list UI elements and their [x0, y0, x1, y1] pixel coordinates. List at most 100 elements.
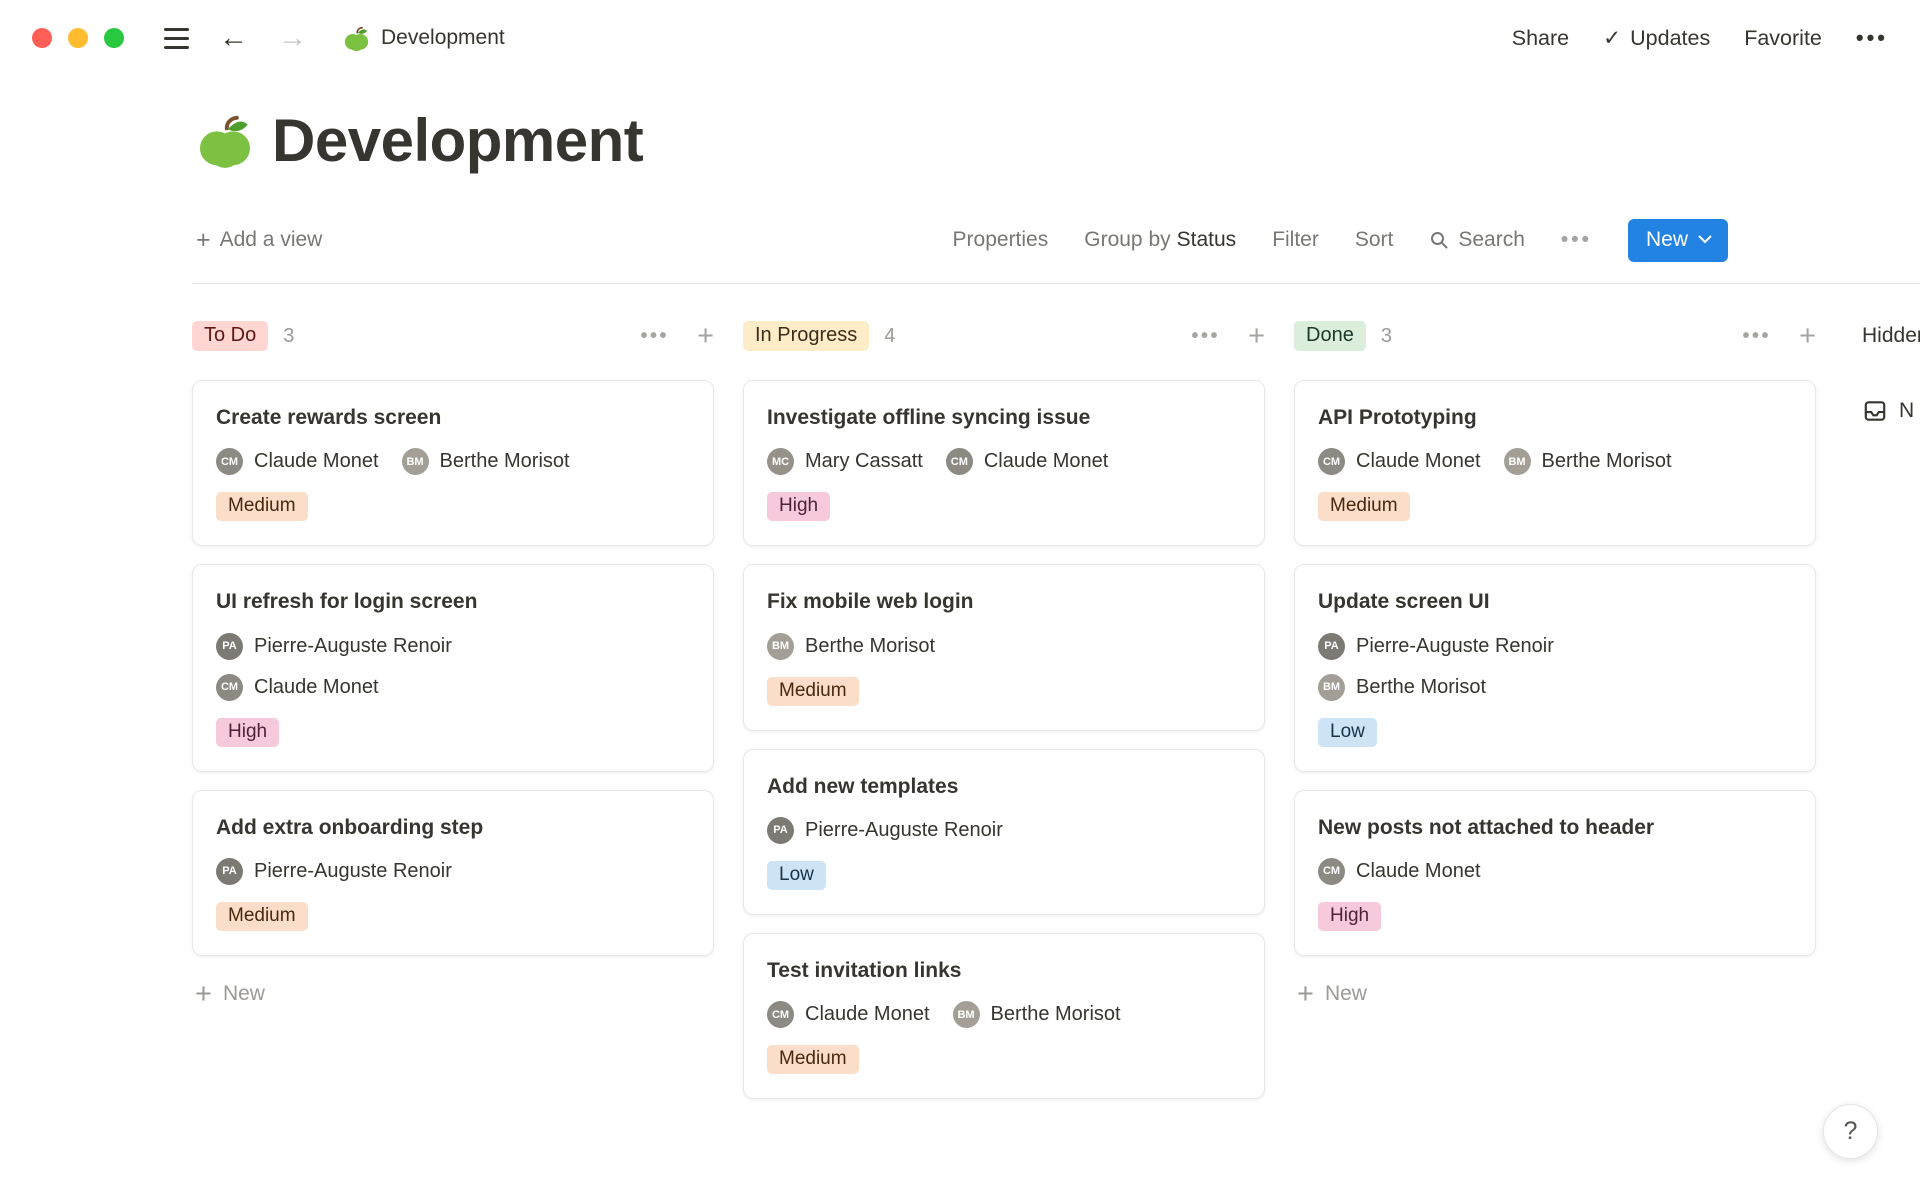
chevron-down-icon [1698, 235, 1712, 244]
card-assignees: MCMary CassattCMClaude Monet [767, 448, 1241, 475]
board-card[interactable]: New posts not attached to headerCMClaude… [1294, 790, 1816, 956]
hidden-groups-label[interactable]: Hidden [1862, 318, 1920, 354]
favorite-button[interactable]: Favorite [1744, 26, 1822, 51]
new-card-button[interactable]: +New [192, 980, 714, 1009]
close-window-button[interactable] [32, 28, 52, 48]
add-view-button[interactable]: + Add a view [196, 228, 322, 253]
card-assignees: BMBerthe Morisot [767, 633, 1241, 660]
traffic-lights [32, 28, 124, 48]
assignee-name: Claude Monet [254, 676, 379, 699]
board-card[interactable]: Fix mobile web loginBMBerthe MorisotMedi… [743, 564, 1265, 730]
board-card[interactable]: UI refresh for login screenPAPierre-Augu… [192, 564, 714, 771]
avatar: CM [216, 448, 243, 475]
board-card[interactable]: Update screen UIPAPierre-Auguste RenoirB… [1294, 564, 1816, 771]
card-title: Fix mobile web login [767, 588, 1241, 615]
assignee: BMBerthe Morisot [767, 633, 935, 660]
board-card[interactable]: API PrototypingCMClaude MonetBMBerthe Mo… [1294, 380, 1816, 546]
priority-tag: Medium [767, 1045, 859, 1074]
assignee-name: Claude Monet [805, 1003, 930, 1026]
board-card[interactable]: Create rewards screenCMClaude MonetBMBer… [192, 380, 714, 546]
assignee: CMClaude Monet [216, 448, 379, 475]
view-more-icon[interactable]: ••• [1561, 228, 1592, 252]
forward-icon[interactable]: → [278, 24, 307, 53]
card-title: Add new templates [767, 773, 1241, 800]
avatar: CM [1318, 858, 1345, 885]
assignee-name: Pierre-Auguste Renoir [254, 860, 452, 883]
assignee-name: Pierre-Auguste Renoir [805, 819, 1003, 842]
assignee-name: Berthe Morisot [991, 1003, 1121, 1026]
avatar: BM [953, 1001, 980, 1028]
avatar: PA [216, 633, 243, 660]
column-cards: Create rewards screenCMClaude MonetBMBer… [192, 380, 714, 956]
avatar: PA [216, 858, 243, 885]
search-button[interactable]: Search [1429, 228, 1525, 252]
menu-icon[interactable] [164, 28, 189, 49]
new-button[interactable]: New [1628, 219, 1728, 262]
plus-icon: + [195, 980, 212, 1009]
share-button[interactable]: Share [1512, 26, 1569, 51]
assignee: CMClaude Monet [1318, 448, 1481, 475]
assignee: PAPierre-Auguste Renoir [1318, 633, 1792, 660]
assignee-name: Berthe Morisot [440, 450, 570, 473]
column-header: In Progress4•••+ [743, 318, 1265, 354]
back-icon[interactable]: ← [219, 24, 248, 53]
assignee-name: Claude Monet [1356, 860, 1481, 883]
column-more-icon[interactable]: ••• [641, 325, 670, 348]
column-name-badge[interactable]: Done [1294, 321, 1366, 351]
new-card-button[interactable]: +New [1294, 980, 1816, 1009]
column-add-icon[interactable]: + [1248, 322, 1265, 351]
avatar: PA [1318, 633, 1345, 660]
kanban-board: To Do3•••+Create rewards screenCMClaude … [0, 284, 1920, 1099]
column-more-icon[interactable]: ••• [1743, 325, 1772, 348]
assignee-name: Berthe Morisot [1542, 450, 1672, 473]
hidden-group-item[interactable]: N [1862, 398, 1920, 424]
card-title: UI refresh for login screen [216, 588, 690, 615]
filter-button[interactable]: Filter [1272, 228, 1319, 252]
assignee-name: Claude Monet [1356, 450, 1481, 473]
board-card[interactable]: Add extra onboarding stepPAPierre-August… [192, 790, 714, 956]
card-title: Investigate offline syncing issue [767, 404, 1241, 431]
board-card[interactable]: Investigate offline syncing issue MCMary … [743, 380, 1265, 546]
breadcrumb[interactable]: Development [343, 25, 505, 52]
properties-button[interactable]: Properties [953, 228, 1049, 252]
board-card[interactable]: Test invitation linksCMClaude MonetBMBer… [743, 933, 1265, 1099]
assignee: CMClaude Monet [767, 1001, 930, 1028]
board-card[interactable]: Add new templatesPAPierre-Auguste Renoir… [743, 749, 1265, 915]
toolbar-actions: Properties Group byStatus Filter Sort Se… [953, 219, 1728, 262]
new-button-label: New [1646, 228, 1688, 252]
topbar-actions: Share ✓ Updates Favorite ••• [1512, 25, 1888, 51]
column-name-badge[interactable]: In Progress [743, 321, 869, 351]
plus-icon: + [196, 228, 211, 253]
checkmark-icon: ✓ [1603, 26, 1621, 51]
column-cards: API PrototypingCMClaude MonetBMBerthe Mo… [1294, 380, 1816, 956]
more-options-icon[interactable]: ••• [1856, 25, 1888, 51]
priority-tag: Low [1318, 718, 1377, 747]
group-by-label: Group by [1084, 228, 1170, 251]
view-toolbar: + Add a view Properties Group byStatus F… [196, 217, 1728, 263]
card-title: Create rewards screen [216, 404, 690, 431]
priority-tag: Medium [1318, 492, 1410, 521]
column-header: Done3•••+ [1294, 318, 1816, 354]
new-card-label: New [1325, 982, 1367, 1006]
breadcrumb-title: Development [381, 26, 505, 50]
minimize-window-button[interactable] [68, 28, 88, 48]
help-button[interactable]: ? [1823, 1104, 1878, 1159]
avatar: MC [767, 448, 794, 475]
priority-tag: Medium [216, 492, 308, 521]
sort-button[interactable]: Sort [1355, 228, 1394, 252]
column-more-icon[interactable]: ••• [1192, 325, 1221, 348]
priority-tag: High [216, 718, 279, 747]
updates-button[interactable]: ✓ Updates [1603, 26, 1710, 51]
assignee: PA Pierre-Auguste Renoir [216, 858, 452, 885]
column-name-badge[interactable]: To Do [192, 321, 268, 351]
inbox-icon [1862, 398, 1888, 424]
column-add-icon[interactable]: + [697, 322, 714, 351]
assignee: BM Berthe Morisot [953, 1001, 1121, 1028]
column-add-icon[interactable]: + [1799, 322, 1816, 351]
group-by-button[interactable]: Group byStatus [1084, 228, 1236, 252]
card-title: API Prototyping [1318, 404, 1792, 431]
zoom-window-button[interactable] [104, 28, 124, 48]
board-column-done: Done3•••+API PrototypingCMClaude MonetBM… [1294, 318, 1816, 1009]
apple-icon[interactable] [196, 112, 254, 170]
priority-tag: High [767, 492, 830, 521]
